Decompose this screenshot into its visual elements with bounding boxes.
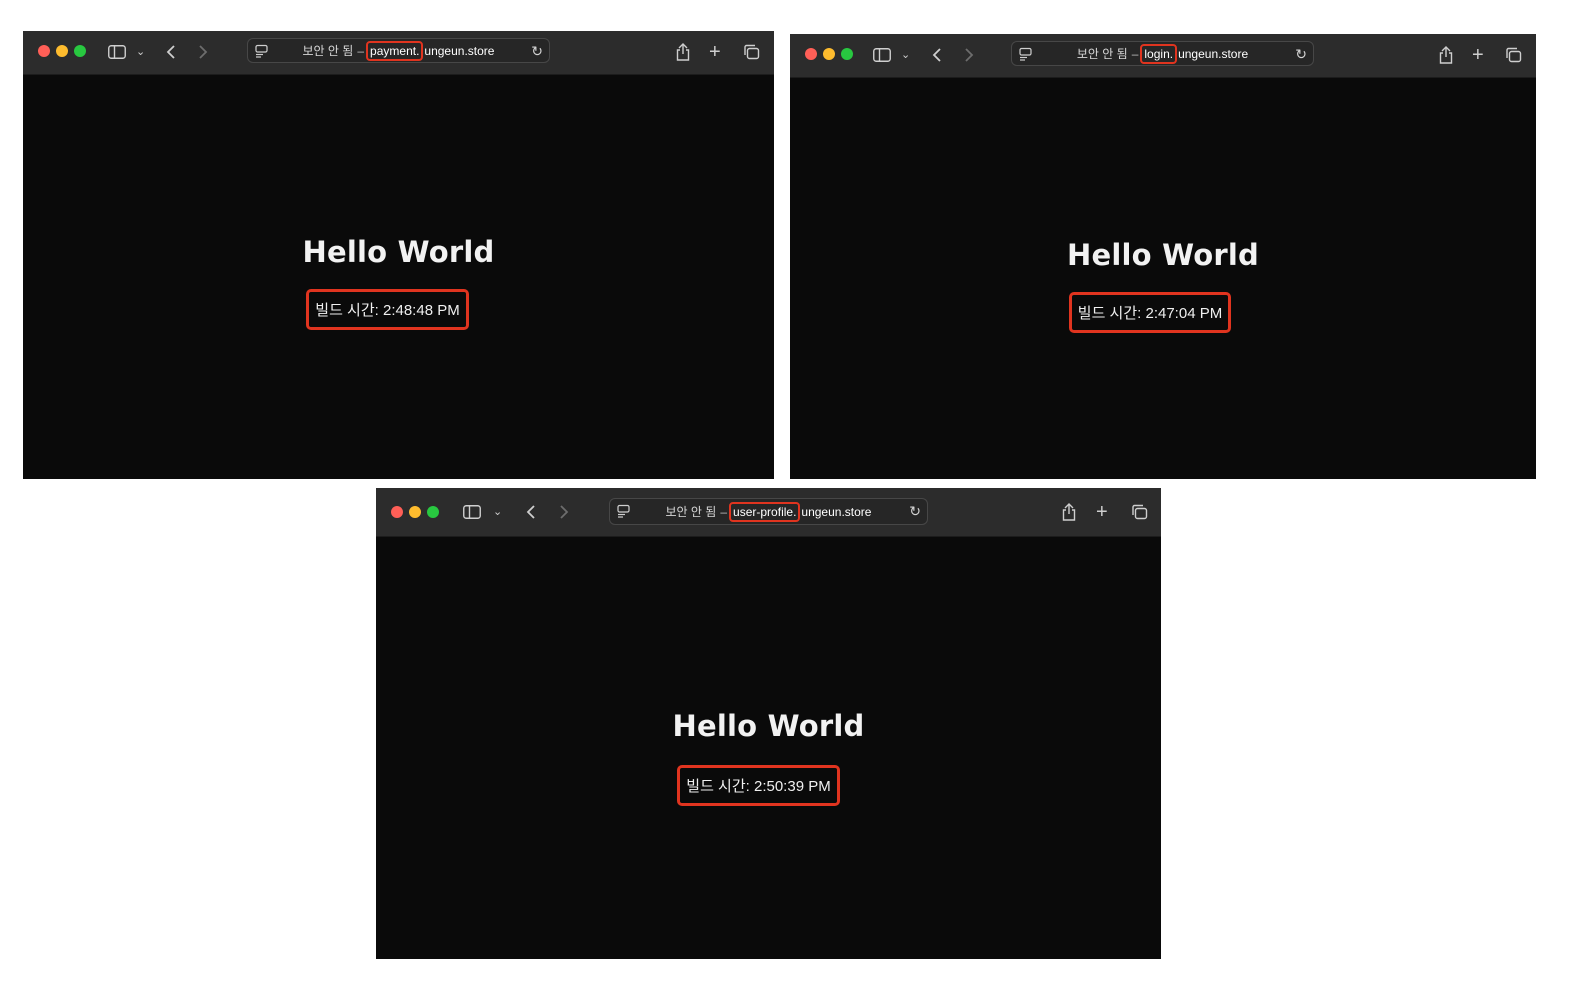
- hello-heading: Hello World: [302, 235, 495, 269]
- browser-window-user-profile: ⌄ 보안 안 됨 – user-profile. ungeun.store ↻ …: [376, 488, 1161, 959]
- subdomain-highlight: login.: [1140, 43, 1178, 64]
- url-text: 보안 안 됨 – login. ungeun.store: [1012, 42, 1313, 65]
- address-bar[interactable]: 보안 안 됨 – payment. ungeun.store ↻: [247, 38, 550, 63]
- minimize-window-button[interactable]: [823, 48, 835, 60]
- subdomain-highlight: payment.: [366, 40, 424, 61]
- security-label: 보안 안 됨: [302, 44, 354, 58]
- build-time-highlight: 빌드 시간: 2:50:39 PM: [677, 765, 840, 806]
- forward-arrow-icon[interactable]: [198, 40, 208, 64]
- minimize-window-button[interactable]: [409, 506, 421, 518]
- new-tab-icon[interactable]: +: [1472, 43, 1484, 67]
- subdomain-highlight: user-profile.: [729, 501, 801, 522]
- window-controls: [391, 506, 439, 518]
- new-tab-icon[interactable]: +: [709, 40, 721, 64]
- security-label: 보안 안 됨: [1076, 47, 1128, 61]
- close-window-button[interactable]: [805, 48, 817, 60]
- domain-text: ungeun.store: [801, 504, 872, 519]
- domain-text: ungeun.store: [424, 43, 495, 58]
- build-time-highlight: 빌드 시간: 2:48:48 PM: [306, 289, 469, 330]
- chevron-down-icon[interactable]: ⌄: [136, 40, 145, 64]
- security-label: 보안 안 됨: [665, 505, 717, 519]
- browser-window-login: ⌄ 보안 안 됨 – login. ungeun.store ↻ + Hello…: [790, 34, 1536, 479]
- sidebar-icon[interactable]: [463, 500, 481, 524]
- hello-heading: Hello World: [1067, 238, 1259, 272]
- zoom-window-button[interactable]: [841, 48, 853, 60]
- url-separator: –: [720, 504, 728, 519]
- tab-overview-icon[interactable]: [743, 40, 760, 64]
- browser-toolbar: ⌄ 보안 안 됨 – user-profile. ungeun.store ↻ …: [376, 488, 1161, 537]
- window-controls: [805, 48, 853, 60]
- forward-arrow-icon[interactable]: [559, 500, 569, 524]
- zoom-window-button[interactable]: [427, 506, 439, 518]
- back-arrow-icon[interactable]: [526, 500, 536, 524]
- build-time-highlight: 빌드 시간: 2:47:04 PM: [1068, 292, 1232, 333]
- tab-overview-icon[interactable]: [1131, 500, 1148, 524]
- browser-toolbar: ⌄ 보안 안 됨 – login. ungeun.store ↻ +: [790, 34, 1536, 78]
- share-icon[interactable]: [1062, 500, 1076, 524]
- sidebar-icon[interactable]: [108, 40, 126, 64]
- minimize-window-button[interactable]: [56, 45, 68, 57]
- chevron-down-icon[interactable]: ⌄: [493, 500, 502, 524]
- new-tab-icon[interactable]: +: [1096, 500, 1108, 524]
- chevron-down-icon[interactable]: ⌄: [901, 43, 910, 67]
- page-content: Hello World 빌드 시간: 2:48:48 PM: [23, 75, 774, 479]
- domain-text: ungeun.store: [1178, 46, 1249, 61]
- browser-toolbar: ⌄ 보안 안 됨 – payment. ungeun.store ↻ +: [23, 31, 774, 75]
- forward-arrow-icon[interactable]: [964, 43, 974, 67]
- browser-window-payment: ⌄ 보안 안 됨 – payment. ungeun.store ↻ + Hel…: [23, 31, 774, 479]
- window-controls: [38, 45, 86, 57]
- url-text: 보안 안 됨 – payment. ungeun.store: [248, 39, 549, 62]
- sidebar-icon[interactable]: [873, 43, 891, 67]
- tab-overview-icon[interactable]: [1505, 43, 1522, 67]
- close-window-button[interactable]: [38, 45, 50, 57]
- share-icon[interactable]: [1439, 43, 1453, 67]
- address-bar[interactable]: 보안 안 됨 – login. ungeun.store ↻: [1011, 41, 1314, 66]
- url-separator: –: [357, 43, 365, 58]
- back-arrow-icon[interactable]: [166, 40, 176, 64]
- reload-icon[interactable]: ↻: [531, 42, 543, 60]
- page-content: Hello World 빌드 시간: 2:47:04 PM: [790, 78, 1536, 479]
- reload-icon[interactable]: ↻: [909, 502, 921, 520]
- page-content: Hello World 빌드 시간: 2:50:39 PM: [376, 537, 1161, 959]
- url-separator: –: [1131, 46, 1139, 61]
- url-text: 보안 안 됨 – user-profile. ungeun.store: [610, 499, 927, 524]
- share-icon[interactable]: [676, 40, 690, 64]
- back-arrow-icon[interactable]: [932, 43, 942, 67]
- reload-icon[interactable]: ↻: [1295, 45, 1307, 63]
- close-window-button[interactable]: [391, 506, 403, 518]
- hello-heading: Hello World: [672, 709, 865, 743]
- zoom-window-button[interactable]: [74, 45, 86, 57]
- address-bar[interactable]: 보안 안 됨 – user-profile. ungeun.store ↻: [609, 498, 928, 525]
